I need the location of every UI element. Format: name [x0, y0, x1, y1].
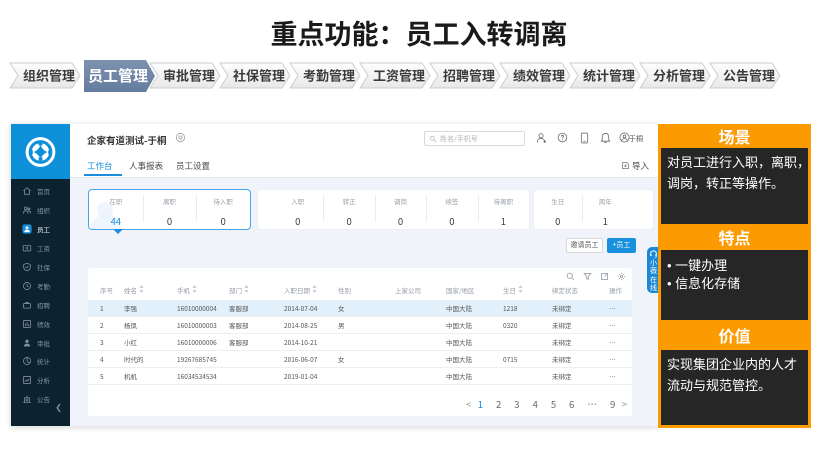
svg-text:工资管理: 工资管理 [373, 66, 425, 85]
svg-text:绩效管理: 绩效管理 [513, 66, 565, 85]
svg-text:社保管理: 社保管理 [233, 66, 285, 85]
svg-text:招聘管理: 招聘管理 [443, 66, 495, 85]
svg-text:统计管理: 统计管理 [583, 66, 635, 85]
svg-text:分析管理: 分析管理 [653, 66, 705, 85]
svg-text:公告管理: 公告管理 [723, 66, 775, 85]
svg-text:组织管理: 组织管理 [23, 66, 75, 85]
svg-text:员工管理: 员工管理 [88, 65, 148, 86]
svg-text:审批管理: 审批管理 [163, 66, 215, 85]
svg-text:考勤管理: 考勤管理 [303, 66, 355, 85]
